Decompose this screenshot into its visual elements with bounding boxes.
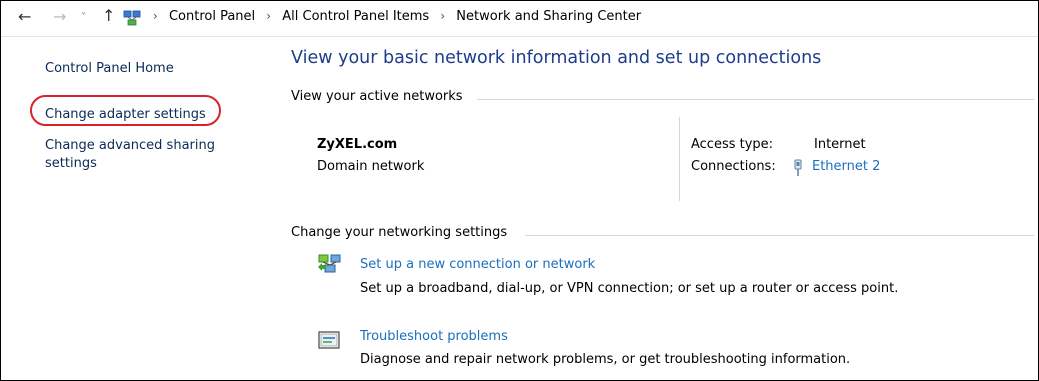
ethernet-icon	[794, 159, 802, 176]
access-type-value: Internet	[814, 137, 866, 152]
troubleshoot-icon	[318, 331, 340, 349]
connections-label: Connections:	[691, 159, 776, 174]
change-adapter-settings-link[interactable]: Change adapter settings	[45, 107, 206, 122]
back-arrow-icon[interactable]: ←	[18, 7, 31, 26]
breadcrumb-separator: ›	[440, 9, 446, 23]
section-divider	[477, 99, 1034, 100]
access-type-label: Access type:	[691, 137, 774, 152]
page-title: View your basic network information and …	[291, 48, 822, 68]
network-folder-icon[interactable]	[123, 9, 141, 27]
vertical-divider	[679, 117, 680, 201]
section-divider	[525, 235, 1034, 236]
network-setup-icon	[318, 254, 341, 273]
recent-locations-icon[interactable]: ˅	[81, 12, 86, 23]
setup-connection-link[interactable]: Set up a new connection or network	[360, 257, 595, 272]
active-networks-heading: View your active networks	[291, 89, 463, 104]
breadcrumb: › Control Panel › All Control Panel Item…	[146, 9, 641, 24]
troubleshoot-problems-link[interactable]: Troubleshoot problems	[360, 329, 508, 344]
troubleshoot-description: Diagnose and repair network problems, or…	[360, 352, 851, 367]
address-bar: ← → ˅ ↑ › Control Panel › All Control Pa…	[1, 1, 1038, 37]
forward-arrow-icon[interactable]: →	[53, 7, 66, 26]
breadcrumb-control-panel[interactable]: Control Panel	[169, 9, 255, 24]
ethernet-2-link[interactable]: Ethernet 2	[812, 159, 880, 174]
network-name: ZyXEL.com	[317, 137, 398, 152]
address-bar-divider	[1, 36, 1038, 37]
control-panel-home-link[interactable]: Control Panel Home	[45, 61, 174, 76]
change-settings-heading: Change your networking settings	[291, 225, 508, 240]
up-arrow-icon[interactable]: ↑	[102, 6, 115, 25]
network-sharing-center-window: ← → ˅ ↑ › Control Panel › All Control Pa…	[0, 0, 1039, 381]
change-advanced-sharing-link[interactable]: Change advanced sharing settings	[45, 137, 245, 173]
setup-connection-description: Set up a broadband, dial-up, or VPN conn…	[360, 281, 899, 296]
network-type: Domain network	[317, 159, 425, 174]
breadcrumb-network-sharing-center[interactable]: Network and Sharing Center	[456, 9, 641, 24]
breadcrumb-all-items[interactable]: All Control Panel Items	[282, 9, 429, 24]
breadcrumb-separator: ›	[266, 9, 272, 23]
breadcrumb-separator: ›	[153, 9, 158, 23]
